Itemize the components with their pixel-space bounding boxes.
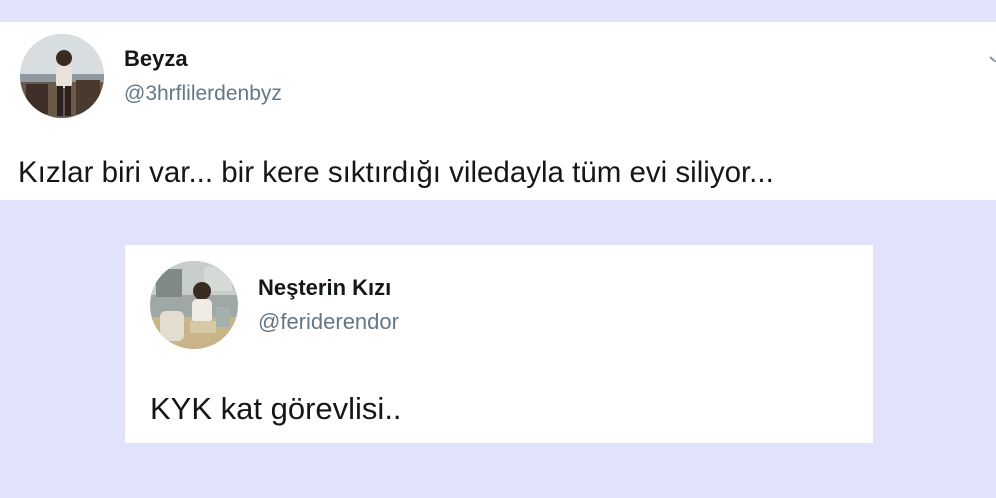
avatar[interactable] [20, 34, 104, 118]
reply-tweet-card: Neşterin Kızı @feriderendor KYK kat göre… [125, 245, 873, 443]
author-name[interactable]: Neşterin Kızı [258, 275, 391, 301]
author-handle[interactable]: @feriderendor [258, 309, 399, 335]
author-handle[interactable]: @3hrflilerdenbyz [124, 82, 282, 106]
chevron-down-icon[interactable] [988, 52, 996, 62]
tweet-text: KYK kat görevlisi.. [150, 391, 402, 426]
author-name[interactable]: Beyza [124, 46, 188, 72]
tweet-text: Kızlar biri var... bir kere sıktırdığı v… [18, 156, 774, 189]
main-tweet-card: Beyza @3hrflilerdenbyz Kızlar biri var..… [0, 22, 996, 200]
avatar[interactable] [150, 261, 238, 349]
